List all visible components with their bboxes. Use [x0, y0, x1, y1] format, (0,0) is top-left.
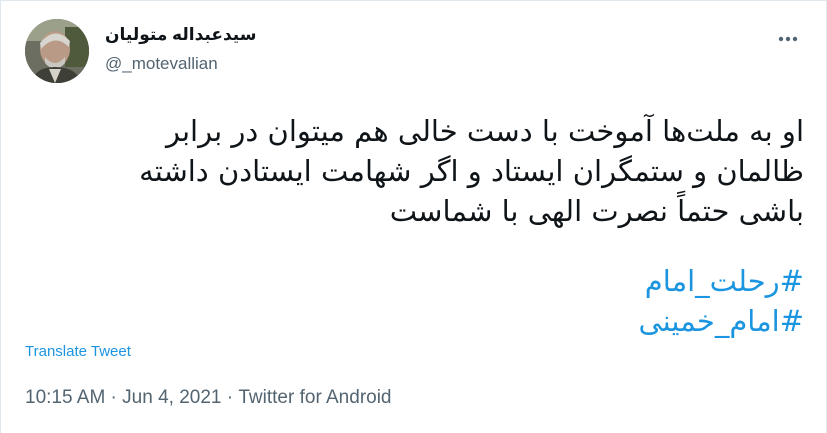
tweet-source[interactable]: Twitter for Android	[238, 387, 391, 409]
tweet-date[interactable]: Jun 4, 2021	[122, 387, 221, 409]
tweet-line: باشی حتماً نصرت الهی با شماست	[389, 194, 804, 228]
tweet-text: او به ملت‌ها آموخت با دست خالی هم میتوان…	[24, 111, 804, 231]
tweet-card: سیدعبداله متولیان @_motevallian او به مل…	[0, 0, 827, 433]
meta-separator: ·	[221, 387, 239, 408]
tweet-metadata: 10:15 AM · Jun 4, 2021 · Twitter for And…	[25, 387, 392, 409]
meta-separator: ·	[105, 387, 123, 408]
tweet-line: او به ملت‌ها آموخت با دست خالی هم میتوان…	[165, 114, 804, 148]
hashtag-link[interactable]: #رحلت_امام	[404, 261, 804, 301]
translate-tweet-link[interactable]: Translate Tweet	[25, 343, 131, 360]
display-name[interactable]: سیدعبداله متولیان	[105, 25, 256, 45]
more-options-button[interactable]	[776, 27, 800, 51]
more-dots-icon	[778, 36, 798, 42]
user-handle[interactable]: @_motevallian	[105, 54, 218, 74]
tweet-time[interactable]: 10:15 AM	[25, 387, 105, 409]
hashtag-list: #رحلت_امام #امام_خمینی	[404, 261, 804, 341]
avatar[interactable]	[25, 19, 89, 83]
tweet-line: ظالمان و ستمگران ایستاد و اگر شهامت ایست…	[139, 154, 804, 188]
profile-photo-icon	[25, 19, 89, 83]
hashtag-link[interactable]: #امام_خمینی	[404, 301, 804, 341]
